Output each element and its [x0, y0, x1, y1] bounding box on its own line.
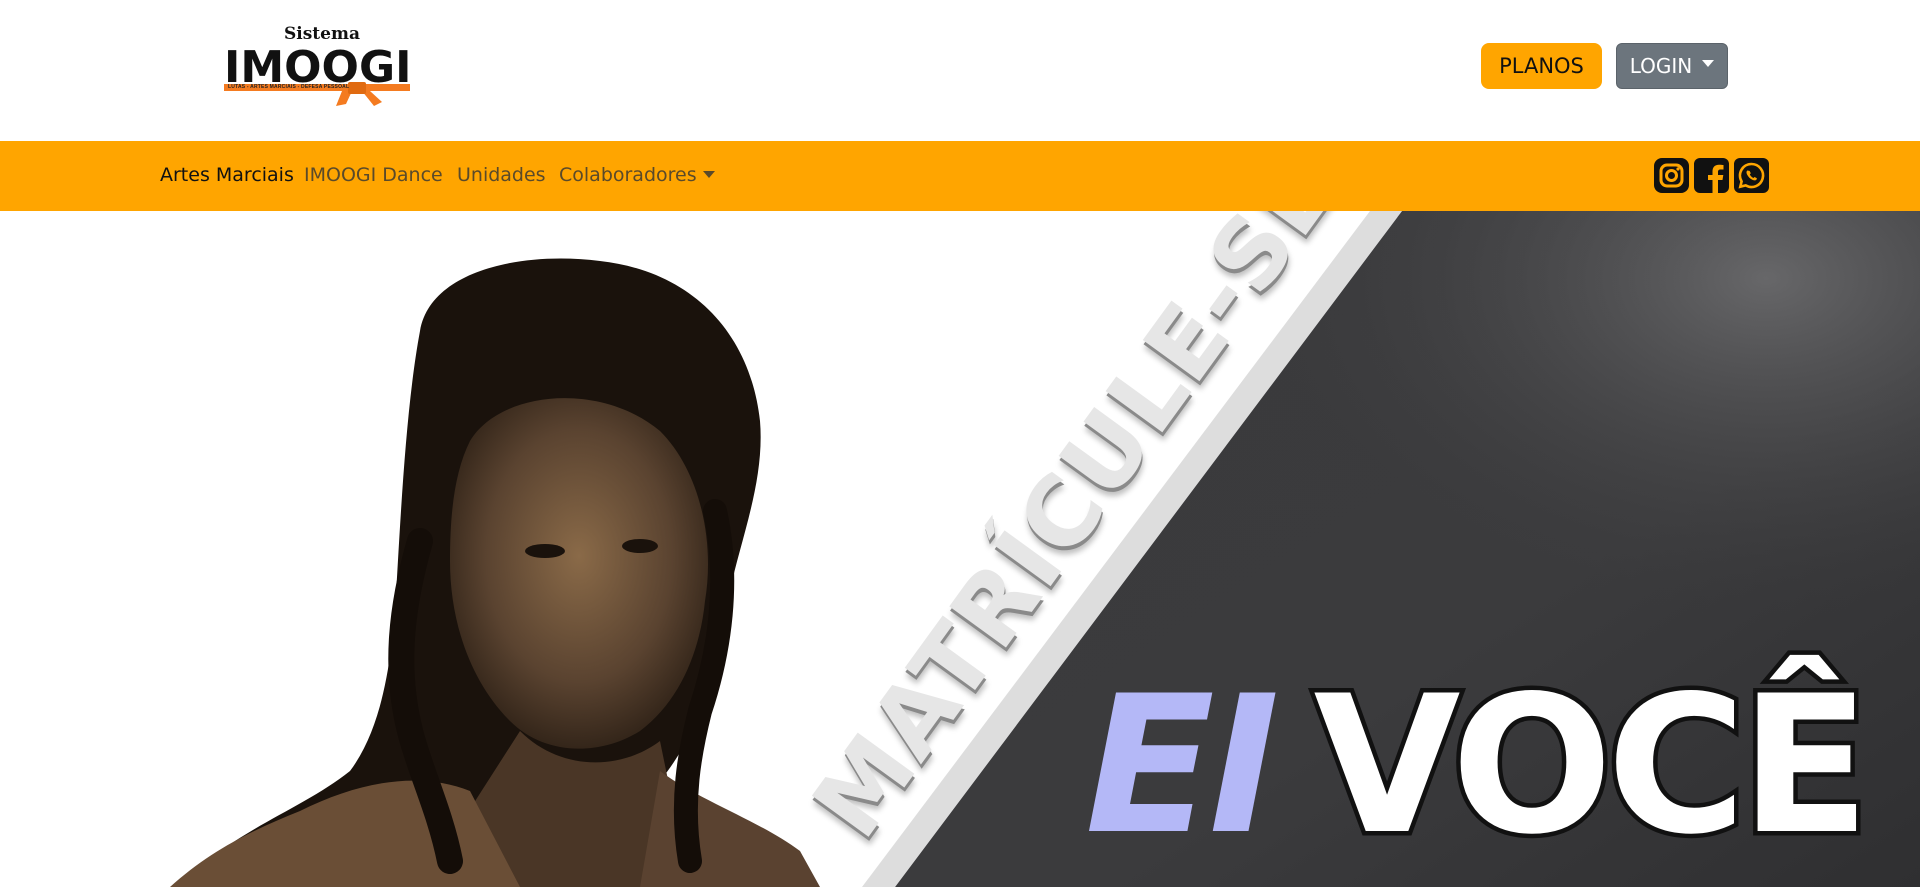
- login-dropdown-button[interactable]: LOGIN: [1616, 43, 1728, 89]
- facebook-icon[interactable]: [1694, 158, 1729, 193]
- chevron-down-icon: [702, 170, 715, 178]
- hero-headline-ei: EI: [1085, 655, 1279, 876]
- planos-button[interactable]: PLANOS: [1481, 43, 1602, 89]
- hero-headline: EI VOCÊ: [1085, 655, 1874, 876]
- top-header: Sistema IMOOGI LUTAS - ARTES MARCIAIS - …: [0, 0, 1920, 141]
- nav-item-imoogi-dance[interactable]: IMOOGI Dance: [304, 164, 443, 186]
- main-navbar: Artes Marciais IMOOGI Dance Unidades Col…: [0, 141, 1920, 211]
- chevron-down-icon: [1702, 59, 1715, 67]
- hero-headline-voce: VOCÊ: [1309, 655, 1874, 876]
- hero-banner[interactable]: MATRÍCULE-SE EI VOCÊ: [0, 211, 1920, 887]
- nav-item-unidades[interactable]: Unidades: [457, 164, 546, 186]
- logo-tagline: LUTAS - ARTES MARCIAIS - DEFESA PESSOAL: [228, 84, 350, 90]
- nav-item-colaboradores-label: Colaboradores: [559, 164, 697, 186]
- whatsapp-icon[interactable]: [1734, 158, 1769, 193]
- nav-item-artes-marciais[interactable]: Artes Marciais: [160, 164, 294, 186]
- brand-logo[interactable]: Sistema IMOOGI LUTAS - ARTES MARCIAIS - …: [224, 24, 410, 106]
- instagram-icon[interactable]: [1654, 158, 1689, 193]
- login-label: LOGIN: [1629, 54, 1693, 78]
- nav-item-colaboradores-dropdown[interactable]: Colaboradores: [559, 164, 715, 186]
